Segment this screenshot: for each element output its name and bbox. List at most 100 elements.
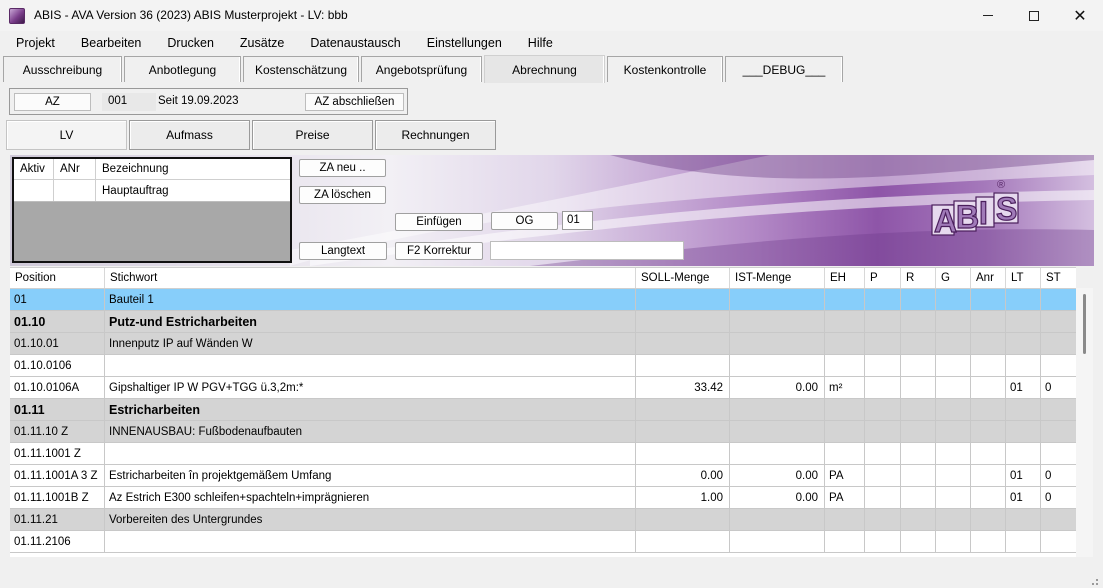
cell-g[interactable]: [936, 333, 971, 354]
cell-anr[interactable]: [971, 399, 1006, 420]
resize-grip-icon[interactable]: [1087, 576, 1099, 586]
cell-anr[interactable]: [971, 509, 1006, 530]
table-row[interactable]: 01.11 Estricharbeiten: [10, 399, 1076, 421]
tab-debug[interactable]: ___DEBUG___: [725, 56, 843, 82]
cell-pos[interactable]: 01.10.0106A: [10, 377, 105, 398]
cell-lt[interactable]: 01: [1006, 377, 1041, 398]
subtab-aufmass[interactable]: Aufmass: [129, 120, 250, 150]
cell-anr[interactable]: [971, 311, 1006, 332]
cell-stw[interactable]: Estricharbeiten: [105, 399, 636, 420]
az-abschliessen-button[interactable]: AZ abschließen: [305, 93, 404, 111]
cell-st[interactable]: [1041, 355, 1076, 376]
col-header-soll-menge[interactable]: SOLL-Menge: [636, 268, 730, 288]
scrollbar-thumb[interactable]: [1083, 294, 1086, 354]
cell-stw[interactable]: [105, 531, 636, 552]
cell-g[interactable]: [936, 355, 971, 376]
cell-p[interactable]: [865, 289, 901, 310]
table-row[interactable]: 01.10.0106A Gipshaltiger IP W PGV+TGG ü.3…: [10, 377, 1076, 399]
cell-st[interactable]: 0: [1041, 465, 1076, 486]
cell-g[interactable]: [936, 465, 971, 486]
cell-p[interactable]: [865, 465, 901, 486]
cell-pos[interactable]: 01.10: [10, 311, 105, 332]
menu-drucken[interactable]: Drucken: [167, 36, 214, 50]
za-cell-bezeichnung[interactable]: Hauptauftrag: [96, 180, 290, 201]
cell-anr[interactable]: [971, 333, 1006, 354]
cell-r[interactable]: [901, 311, 936, 332]
tab-kostenkontrolle[interactable]: Kostenkontrolle: [607, 56, 723, 82]
cell-r[interactable]: [901, 421, 936, 442]
cell-g[interactable]: [936, 311, 971, 332]
cell-ist[interactable]: [730, 355, 825, 376]
cell-ist[interactable]: 0.00: [730, 465, 825, 486]
cell-lt[interactable]: [1006, 399, 1041, 420]
cell-ist[interactable]: 0.00: [730, 377, 825, 398]
cell-st[interactable]: [1041, 311, 1076, 332]
cell-r[interactable]: [901, 377, 936, 398]
menu-einstellungen[interactable]: Einstellungen: [427, 36, 502, 50]
cell-g[interactable]: [936, 443, 971, 464]
table-row[interactable]: 01.11.1001B Z Az Estrich E300 schleifen+s…: [10, 487, 1076, 509]
menu-projekt[interactable]: Projekt: [16, 36, 55, 50]
cell-st[interactable]: [1041, 421, 1076, 442]
menu-zusaetze[interactable]: Zusätze: [240, 36, 284, 50]
close-button[interactable]: ✕: [1057, 0, 1103, 31]
subtab-lv[interactable]: LV: [6, 120, 127, 150]
cell-eh[interactable]: [825, 289, 865, 310]
cell-g[interactable]: [936, 289, 971, 310]
cell-st[interactable]: 0: [1041, 487, 1076, 508]
cell-ist[interactable]: 0.00: [730, 487, 825, 508]
cell-g[interactable]: [936, 531, 971, 552]
cell-pos[interactable]: 01.11.1001B Z: [10, 487, 105, 508]
cell-p[interactable]: [865, 509, 901, 530]
cell-r[interactable]: [901, 399, 936, 420]
col-header-position[interactable]: Position: [10, 268, 105, 288]
cell-stw[interactable]: Innenputz IP auf Wänden W: [105, 333, 636, 354]
cell-soll[interactable]: 33.42: [636, 377, 730, 398]
cell-eh[interactable]: m²: [825, 377, 865, 398]
cell-stw[interactable]: Vorbereiten des Untergrundes: [105, 509, 636, 530]
cell-st[interactable]: [1041, 509, 1076, 530]
col-header-g[interactable]: G: [936, 268, 971, 288]
cell-soll[interactable]: [636, 443, 730, 464]
cell-pos[interactable]: 01.11.1001A 3 Z: [10, 465, 105, 486]
cell-ist[interactable]: [730, 531, 825, 552]
cell-anr[interactable]: [971, 487, 1006, 508]
cell-ist[interactable]: [730, 509, 825, 530]
cell-ist[interactable]: [730, 311, 825, 332]
col-header-lt[interactable]: LT: [1006, 268, 1041, 288]
cell-eh[interactable]: [825, 333, 865, 354]
cell-r[interactable]: [901, 355, 936, 376]
col-header-eh[interactable]: EH: [825, 268, 865, 288]
cell-st[interactable]: 0: [1041, 377, 1076, 398]
cell-g[interactable]: [936, 421, 971, 442]
cell-anr[interactable]: [971, 443, 1006, 464]
cell-p[interactable]: [865, 311, 901, 332]
cell-g[interactable]: [936, 377, 971, 398]
cell-lt[interactable]: 01: [1006, 487, 1041, 508]
za-cell-aktiv[interactable]: [14, 180, 54, 201]
cell-eh[interactable]: [825, 399, 865, 420]
cell-soll[interactable]: [636, 311, 730, 332]
cell-g[interactable]: [936, 487, 971, 508]
cell-lt[interactable]: [1006, 311, 1041, 332]
table-row[interactable]: 01 Bauteil 1: [10, 289, 1076, 311]
cell-p[interactable]: [865, 443, 901, 464]
table-row[interactable]: 01.11.21 Vorbereiten des Untergrundes: [10, 509, 1076, 531]
vertical-scrollbar[interactable]: [1076, 288, 1093, 557]
cell-lt[interactable]: [1006, 289, 1041, 310]
col-header-p[interactable]: P: [865, 268, 901, 288]
cell-r[interactable]: [901, 333, 936, 354]
table-row[interactable]: 01.11.1001A 3 Z Estricharbeiten în projek…: [10, 465, 1076, 487]
table-row[interactable]: 01.10.01 Innenputz IP auf Wänden W: [10, 333, 1076, 355]
col-header-anr[interactable]: Anr: [971, 268, 1006, 288]
cell-lt[interactable]: [1006, 509, 1041, 530]
cell-stw[interactable]: Gipshaltiger IP W PGV+TGG ü.3,2m:*: [105, 377, 636, 398]
za-loeschen-button[interactable]: ZA löschen: [299, 186, 386, 204]
cell-r[interactable]: [901, 531, 936, 552]
table-row[interactable]: 01.11.1001 Z: [10, 443, 1076, 465]
cell-soll[interactable]: 1.00: [636, 487, 730, 508]
cell-pos[interactable]: 01.11.21: [10, 509, 105, 530]
subtab-rechnungen[interactable]: Rechnungen: [375, 120, 496, 150]
cell-pos[interactable]: 01.10.01: [10, 333, 105, 354]
table-row[interactable]: 01.10.0106: [10, 355, 1076, 377]
